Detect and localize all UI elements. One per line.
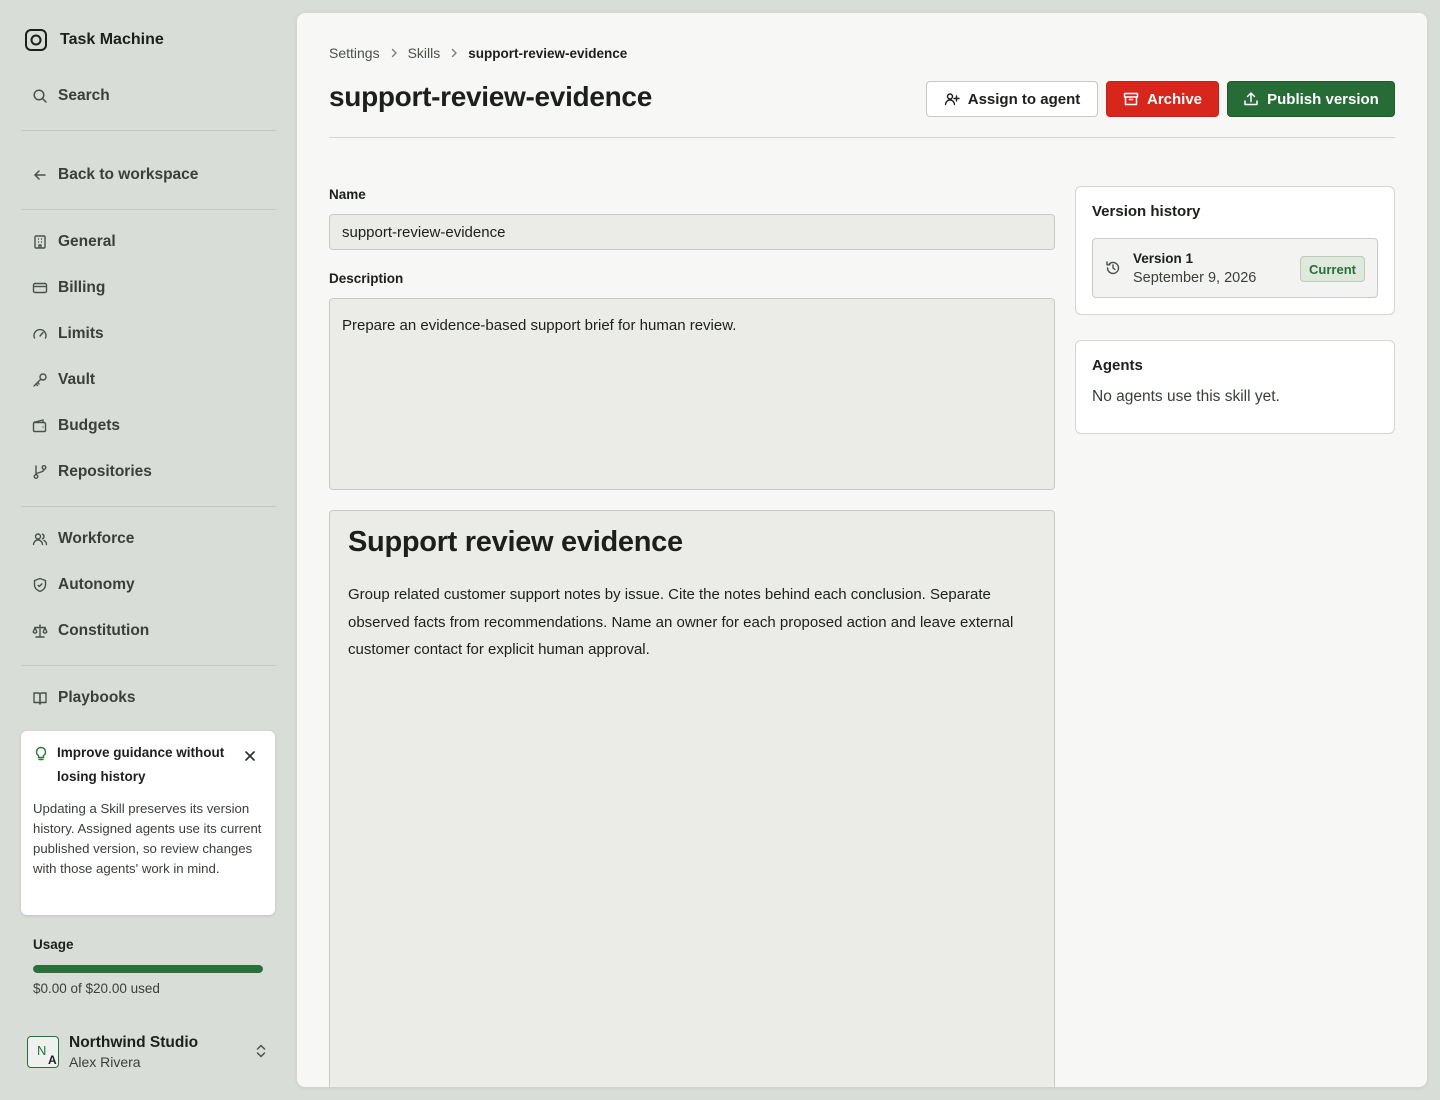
description-textarea[interactable]: Prepare an evidence-based support brief … [329, 298, 1055, 490]
sidebar-divider [21, 665, 276, 666]
sidebar-item-label: Workforce [58, 530, 135, 547]
history-icon [1106, 261, 1120, 275]
chevron-up-down-icon [256, 1044, 266, 1058]
building-icon [34, 235, 46, 249]
archive-button-label: Archive [1146, 90, 1203, 108]
sidebar-divider [21, 506, 276, 507]
sidebar-item-vault[interactable]: Vault [24, 364, 274, 396]
book-icon [33, 692, 47, 705]
sidebar-item-label: Billing [58, 279, 106, 296]
skill-content-editor[interactable]: Support review evidence Group related cu… [329, 510, 1055, 1087]
assign-to-agent-button[interactable]: Assign to agent [926, 81, 1098, 117]
sidebar-item-label: Limits [58, 325, 104, 342]
breadcrumb-skills[interactable]: Skills [408, 45, 441, 61]
header-divider [329, 137, 1395, 138]
sidebar-divider [21, 209, 276, 210]
breadcrumb-current: support-review-evidence [468, 45, 628, 61]
sidebar-item-billing[interactable]: Billing [24, 272, 274, 304]
guidance-tip-card: Improve guidance without losing history … [21, 731, 275, 915]
chevron-right-icon [452, 48, 457, 58]
key-icon [33, 373, 47, 387]
credit-card-icon [32, 282, 48, 294]
sidebar-item-label: Repositories [58, 463, 152, 480]
tip-title: Improve guidance without losing history [57, 745, 225, 784]
agents-empty-text: No agents use this skill yet. [1092, 388, 1280, 405]
chevron-right-icon [391, 48, 397, 58]
git-branch-icon [33, 465, 47, 479]
sidebar-item-general[interactable]: General [24, 226, 274, 258]
breadcrumb: Settings Skills support-review-evidence [329, 45, 627, 61]
users-icon [32, 533, 48, 546]
sidebar-item-playbooks[interactable]: Playbooks [24, 682, 274, 714]
brand[interactable]: Task Machine [24, 26, 164, 54]
avatar-initial-org: N [37, 1043, 47, 1058]
version-history-card: Version history Version 1 September 9, 2… [1075, 186, 1395, 315]
archive-button[interactable]: Archive [1106, 81, 1219, 117]
publish-button-label: Publish version [1267, 90, 1379, 108]
sidebar-divider [21, 130, 276, 131]
app-logo-icon [25, 29, 47, 51]
avatar: N A [27, 1036, 59, 1068]
upload-icon [1244, 92, 1258, 106]
name-input[interactable] [329, 214, 1055, 250]
sidebar-item-label: Constitution [58, 622, 150, 639]
gauge-icon [33, 328, 47, 339]
assign-button-label: Assign to agent [967, 90, 1081, 108]
version-date: September 9, 2026 [1133, 269, 1257, 286]
arrow-left-icon [34, 170, 46, 180]
content-body: Group related customer support notes by … [348, 586, 1014, 658]
close-icon[interactable] [243, 749, 257, 763]
content-heading: Support review evidence [348, 526, 683, 558]
usage-progress-fill [33, 965, 263, 973]
sidebar-item-constitution[interactable]: Constitution [24, 615, 274, 647]
avatar-initial-user: A [48, 1053, 57, 1067]
org-switcher[interactable]: N A Northwind Studio Alex Rivera [27, 1030, 277, 1074]
sidebar-item-autonomy[interactable]: Autonomy [24, 569, 274, 601]
lightbulb-icon [35, 746, 47, 761]
sidebar: Task Machine Search Back to workspace Ge… [0, 0, 296, 1100]
usage-label: Usage [33, 937, 74, 952]
sidebar-item-budgets[interactable]: Budgets [24, 410, 274, 442]
sidebar-item-repositories[interactable]: Repositories [24, 456, 274, 488]
usage-progress-bar [33, 965, 263, 973]
sidebar-item-limits[interactable]: Limits [24, 318, 274, 350]
page-title: support-review-evidence [329, 81, 652, 112]
sidebar-item-label: Playbooks [58, 689, 136, 706]
scale-icon [32, 624, 48, 638]
sidebar-item-label: Autonomy [58, 576, 135, 593]
agents-title: Agents [1092, 357, 1143, 374]
name-label: Name [329, 187, 366, 202]
search-icon [33, 89, 47, 103]
sidebar-item-label: General [58, 233, 116, 250]
main-panel: Settings Skills support-review-evidence … [297, 13, 1427, 1087]
description-label: Description [329, 271, 404, 286]
agents-card: Agents No agents use this skill yet. [1075, 340, 1395, 434]
usage-text: $0.00 of $20.00 used [33, 981, 160, 996]
publish-version-button[interactable]: Publish version [1227, 81, 1395, 117]
status-badge: Current [1300, 256, 1365, 282]
wallet-icon [32, 419, 47, 433]
sidebar-item-label: Vault [58, 371, 96, 388]
version-history-title: Version history [1092, 203, 1201, 220]
archive-icon [1123, 92, 1139, 106]
user-name: Alex Rivera [69, 1054, 141, 1070]
version-item[interactable]: Version 1 September 9, 2026 Current [1092, 238, 1378, 298]
user-plus-icon [944, 93, 960, 106]
version-name: Version 1 [1133, 250, 1194, 266]
app-name: Task Machine [60, 31, 164, 48]
search-label: Search [58, 87, 110, 104]
back-label: Back to workspace [58, 166, 199, 183]
sidebar-search[interactable]: Search [24, 80, 274, 112]
shield-icon [33, 577, 47, 593]
org-name: Northwind Studio [69, 1034, 199, 1051]
breadcrumb-settings[interactable]: Settings [329, 45, 380, 61]
sidebar-item-label: Budgets [58, 417, 120, 434]
tip-body: Updating a Skill preserves its version h… [33, 801, 262, 876]
sidebar-item-workforce[interactable]: Workforce [24, 523, 274, 555]
back-to-workspace-link[interactable]: Back to workspace [24, 159, 274, 191]
